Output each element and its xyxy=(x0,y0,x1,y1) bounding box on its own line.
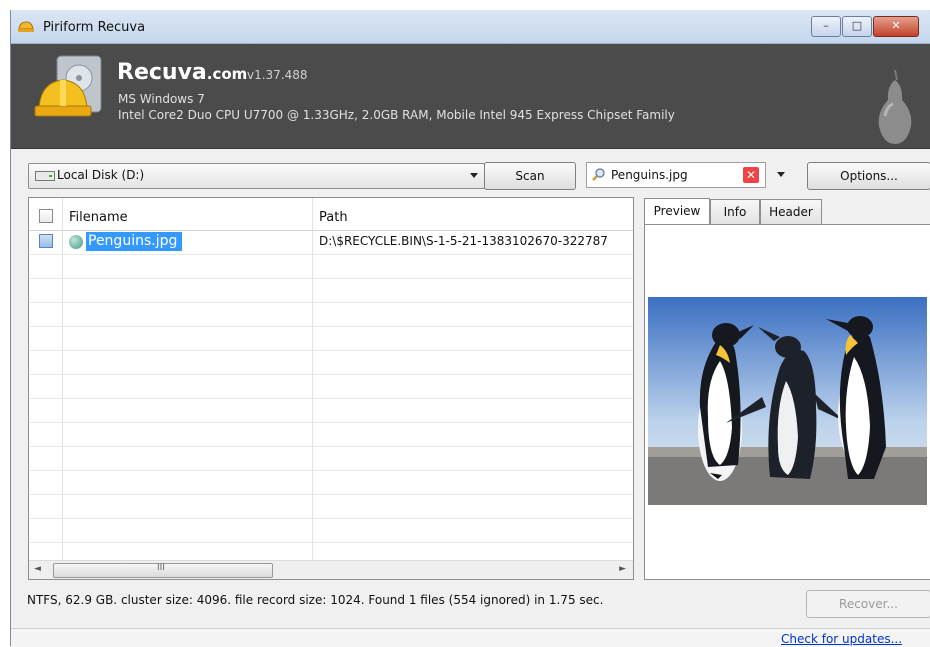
tab-header[interactable]: Header xyxy=(760,199,822,224)
row-divider xyxy=(29,470,633,471)
column-header-filename[interactable]: Filename xyxy=(69,210,128,225)
close-button[interactable]: ✕ xyxy=(873,16,919,37)
version-label: v1.37.488 xyxy=(247,68,308,82)
row-divider xyxy=(29,494,633,495)
chevron-down-icon xyxy=(777,172,785,177)
preview-image xyxy=(648,297,927,505)
row-divider xyxy=(29,302,633,303)
check-updates-link[interactable]: Check for updates... xyxy=(781,632,902,646)
drive-icon xyxy=(35,171,55,181)
drive-select-value: Local Disk (D:) xyxy=(57,168,145,182)
status-text: NTFS, 62.9 GB. cluster size: 4096. file … xyxy=(27,593,604,607)
tab-info[interactable]: Info xyxy=(710,199,760,224)
drive-select[interactable]: Local Disk (D:) xyxy=(28,163,485,189)
row-path: D:\$RECYCLE.BIN\S-1-5-21-1383102670-3227… xyxy=(319,234,608,248)
system-info: Intel Core2 Duo CPU U7700 @ 1.33GHz, 2.0… xyxy=(118,108,675,122)
os-label: MS Windows 7 xyxy=(118,92,205,106)
column-header-path[interactable]: Path xyxy=(319,210,348,225)
scan-button[interactable]: Scan xyxy=(484,162,576,190)
brand-name: Recuva.com xyxy=(117,60,248,85)
search-icon xyxy=(592,168,605,181)
app-icon xyxy=(18,21,34,32)
row-divider xyxy=(29,374,633,375)
row-filename: Penguins.jpg xyxy=(86,232,183,251)
row-divider xyxy=(29,254,633,255)
recover-button[interactable]: Recover... xyxy=(806,590,930,618)
search-dropdown-button[interactable] xyxy=(768,162,796,186)
maximize-button[interactable]: □ xyxy=(842,16,872,37)
pear-icon xyxy=(878,69,912,144)
filename-search-input[interactable]: Penguins.jpg ✕ xyxy=(586,162,766,188)
scroll-right-icon[interactable]: ► xyxy=(619,564,626,574)
horizontal-scrollbar[interactable]: ◄ III ► xyxy=(29,560,633,579)
row-divider xyxy=(29,542,633,543)
results-list: Filename Path Penguins.jpg D:\$RECYCLE.B… xyxy=(28,197,634,580)
options-button[interactable]: Options... xyxy=(807,162,930,190)
chevron-down-icon xyxy=(470,173,478,178)
row-divider xyxy=(29,446,633,447)
preview-pane xyxy=(644,224,930,580)
recuva-logo xyxy=(34,55,102,117)
search-value: Penguins.jpg xyxy=(611,168,688,182)
select-all-checkbox[interactable] xyxy=(39,209,53,223)
title-bar: Piriform Recuva – □ ✕ xyxy=(11,10,930,44)
column-divider xyxy=(62,198,63,561)
scroll-grip: III xyxy=(157,563,165,573)
row-divider xyxy=(29,326,633,327)
recuva-window: Piriform Recuva – □ ✕ Recuva.com v1.37.4… xyxy=(10,10,930,647)
list-header: Filename Path xyxy=(29,198,633,231)
row-divider xyxy=(29,422,633,423)
minimize-button[interactable]: – xyxy=(811,16,841,37)
column-divider xyxy=(312,198,313,561)
clear-search-icon[interactable]: ✕ xyxy=(743,167,759,183)
app-header: Recuva.com v1.37.488 MS Windows 7 Intel … xyxy=(11,44,930,149)
file-state-icon xyxy=(69,235,83,249)
row-divider xyxy=(29,350,633,351)
tab-preview[interactable]: Preview xyxy=(644,198,710,225)
row-divider xyxy=(29,518,633,519)
row-divider xyxy=(29,278,633,279)
scrollbar-thumb[interactable]: III xyxy=(53,563,273,578)
row-divider xyxy=(29,398,633,399)
window-title: Piriform Recuva xyxy=(43,20,146,35)
row-checkbox[interactable] xyxy=(39,234,53,248)
scroll-left-icon[interactable]: ◄ xyxy=(34,564,41,574)
